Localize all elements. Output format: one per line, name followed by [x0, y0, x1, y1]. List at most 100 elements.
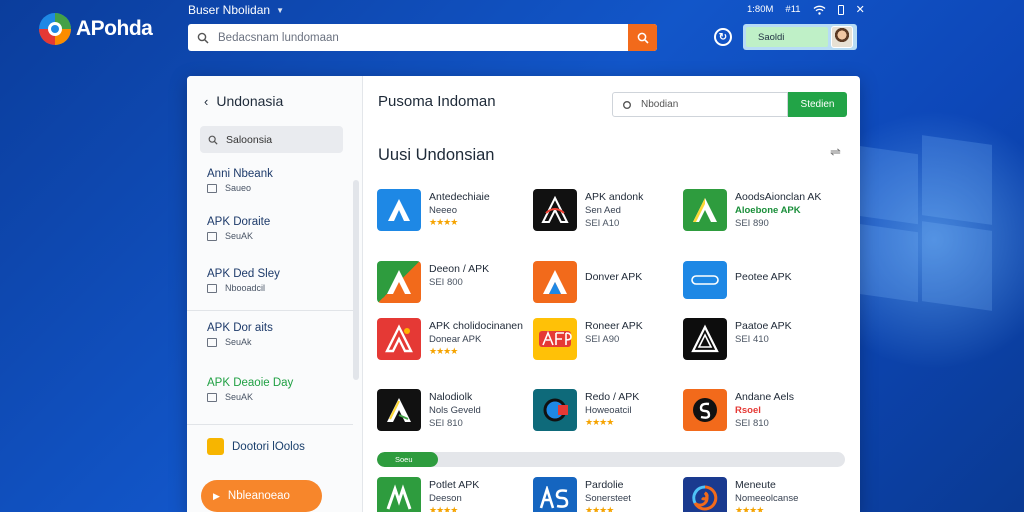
sidebar-header[interactable]: ‹ Undonasia — [204, 93, 283, 109]
sidebar-search-input[interactable]: Saloonsia — [200, 126, 343, 153]
close-icon[interactable]: ✕ — [856, 3, 865, 16]
app-price: SEI 890 — [735, 218, 769, 229]
wifi-icon — [813, 5, 826, 15]
app-price: SEI A90 — [585, 334, 620, 345]
app-sub: Nomeeolcanse — [735, 493, 799, 504]
background-pane — [858, 223, 918, 303]
sidebar-item[interactable]: APK Deaoie Day SeuAK — [207, 377, 347, 402]
back-icon[interactable]: ‹ — [204, 94, 208, 109]
sidebar-item[interactable]: APK Doraite SeuAK — [207, 216, 347, 241]
app-sub: Rsoel — [735, 405, 761, 416]
app-card[interactable]: Donver APK — [533, 261, 642, 303]
page-title: Pusoma Indoman — [378, 93, 496, 110]
app-icon — [683, 261, 727, 299]
sidebar-item-sub: SeuAk — [207, 337, 347, 347]
folder-icon — [207, 337, 217, 347]
content-search-button[interactable]: Stedien — [788, 92, 847, 117]
sidebar-heading: Undonasia — [216, 93, 284, 109]
folder-icon — [207, 438, 224, 455]
app-logo-icon[interactable] — [38, 12, 72, 46]
app-sub: Nols Geveld — [429, 405, 481, 416]
sidebar-item-sub: Saueo — [207, 183, 347, 193]
app-price: SEI 410 — [735, 334, 769, 345]
sidebar-item-extra[interactable]: Dootori lOolos — [207, 438, 305, 455]
app-name: Peotee APK — [735, 271, 792, 283]
refresh-icon[interactable]: ↻ — [714, 28, 732, 46]
sidebar-item-title: APK Dor aits — [207, 322, 273, 334]
app-price: SEI A10 — [585, 218, 620, 229]
sidebar-item[interactable]: APK Ded Sley Nbooadcil — [207, 268, 347, 293]
sidebar-item-title: Anni Nbeank — [207, 168, 273, 180]
status-bar: 1:80M #11 ✕ — [747, 3, 865, 16]
app-card[interactable]: Andane Aels Rsoel SEI 810 — [683, 389, 794, 431]
primary-action-button[interactable]: ▶ Nbleanoeao — [201, 480, 322, 512]
app-card[interactable]: Potlet APK Deeson ★★★★ — [377, 477, 479, 512]
primary-action-label: Nbleanoeao — [227, 490, 290, 502]
app-card[interactable]: AoodsAionclan AK Aloebone APK SEI 890 — [683, 189, 821, 231]
account-chip[interactable]: Saoldi — [743, 24, 857, 50]
sidebar-item[interactable]: APK Dor aits SeuAk — [207, 322, 347, 347]
app-card[interactable]: APK cholidocinanen Donear APK ★★★★ — [377, 318, 523, 360]
app-card[interactable]: Deeon / APK SEI 800 — [377, 261, 489, 303]
sidebar-item-sub: SeuAK — [207, 231, 347, 241]
sidebar-item-sub-text: SeuAK — [225, 231, 254, 241]
content-search-input[interactable]: Nbodian — [612, 92, 788, 117]
app-card[interactable]: Meneute Nomeeolcanse ★★★★ — [683, 477, 798, 512]
background-pane — [922, 221, 992, 311]
app-card[interactable]: Pardolie Sonersteet ★★★★ — [533, 477, 631, 512]
app-icon — [533, 261, 577, 303]
star-rating: ★★★★ — [429, 217, 458, 227]
sidebar-scrollbar[interactable] — [353, 180, 359, 380]
app-name: Donver APK — [585, 271, 643, 283]
download-progress-bar[interactable]: Soeu — [377, 452, 845, 467]
global-search-input[interactable] — [218, 31, 628, 44]
sidebar-divider — [187, 310, 353, 311]
search-icon — [200, 135, 226, 145]
sidebar-item-title: APK Doraite — [207, 216, 271, 228]
app-card[interactable]: APK andonk Sen Aed SEI A10 — [533, 189, 643, 231]
app-card[interactable]: Redo / APK Howeoatcil ★★★★ — [533, 389, 639, 431]
sidebar-item[interactable]: Anni Nbeank Saueo — [207, 168, 347, 193]
app-sub: Sen Aed — [585, 205, 621, 216]
app-card[interactable]: Antedechiaie Neeeo ★★★★ — [377, 189, 490, 231]
app-icon — [377, 189, 421, 231]
main-window: ‹ Undonasia Saloonsia Anni Nbeank Saueo … — [187, 76, 860, 512]
star-rating: ★★★★ — [429, 346, 458, 356]
app-name[interactable]: APohda — [76, 17, 153, 41]
app-card[interactable]: Peotee APK — [683, 261, 792, 299]
app-name: Deeon / APK — [429, 263, 490, 275]
clock-text: 1:80M — [747, 4, 774, 15]
account-menu[interactable]: Buser Nbolidan ▼ — [188, 3, 284, 17]
app-sub: Aloebone APK — [735, 205, 801, 216]
progress-fill: Soeu — [377, 452, 438, 467]
sidebar-item-sub-text: Saueo — [225, 183, 252, 193]
app-card[interactable]: Paatoe APK SEI 410 — [683, 318, 792, 360]
app-card[interactable]: Roneer APK SEI A90 — [533, 318, 643, 360]
app-name: Meneute — [735, 479, 776, 491]
top-bar: APohda Buser Nbolidan ▼ 1:80M #11 ✕ ↻ Sa… — [0, 0, 1024, 58]
app-card[interactable]: Nalodiolk Nols Geveld SEI 810 — [377, 389, 481, 431]
app-sub: Sonersteet — [585, 493, 631, 504]
app-icon — [377, 261, 421, 303]
sidebar-item-sub-text: Nbooadcil — [225, 283, 266, 293]
search-submit-button[interactable] — [628, 24, 657, 51]
play-icon: ▶ — [213, 490, 220, 501]
app-icon — [683, 189, 727, 231]
app-name: APK cholidocinanen — [429, 320, 523, 332]
star-rating: ★★★★ — [735, 505, 764, 512]
sidebar-item-sub: SeuAK — [207, 392, 347, 402]
chevron-down-icon: ▼ — [276, 5, 284, 15]
sidebar-search-placeholder: Saloonsia — [226, 133, 273, 146]
app-name: Andane Aels — [735, 391, 794, 403]
avatar — [831, 26, 853, 48]
star-rating: ★★★★ — [429, 505, 458, 512]
sidebar-divider — [187, 424, 353, 425]
app-name: Redo / APK — [585, 391, 640, 403]
app-icon — [683, 389, 727, 431]
share-icon[interactable]: ⇌ — [830, 144, 841, 160]
file-icon — [207, 392, 217, 402]
app-name: Paatoe APK — [735, 320, 792, 332]
app-name: AoodsAionclan AK — [735, 191, 822, 203]
search-icon — [613, 100, 641, 110]
app-icon — [533, 318, 577, 360]
